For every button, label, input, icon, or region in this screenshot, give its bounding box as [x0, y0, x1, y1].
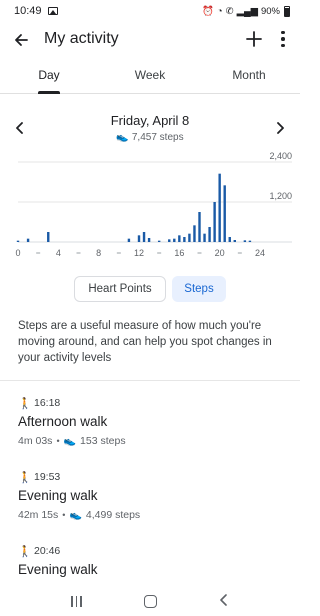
x-tick-label: 8 — [96, 248, 101, 258]
tab-month[interactable]: Month — [219, 68, 279, 82]
session-item[interactable]: 🚶 19:53 Evening walk 42m 15s • 👟 4,499 s… — [18, 470, 288, 521]
chart-bar — [233, 240, 236, 242]
signal-icon: ▂▄▆ — [236, 5, 258, 17]
selected-date: Friday, April 8 — [110, 113, 190, 128]
chart-bar — [168, 239, 171, 242]
steps-description: Steps are a useful measure of how much y… — [18, 320, 272, 364]
x-tick-label: 20 — [215, 248, 225, 258]
chart-bar — [218, 173, 221, 242]
chart-bar — [198, 212, 201, 242]
chart-bar — [137, 235, 141, 242]
chart-bar — [243, 240, 247, 242]
more-options-icon[interactable] — [275, 28, 291, 50]
alarm-icon: ⏰ — [202, 5, 214, 17]
x-tick-label: 24 — [255, 248, 265, 258]
chart-bar — [142, 232, 146, 242]
chart-bar — [228, 237, 231, 242]
walking-icon: 🚶 — [18, 545, 32, 558]
session-time: 16:18 — [34, 397, 61, 409]
daily-steps-value: 7,457 steps — [131, 132, 184, 143]
back-arrow-icon[interactable] — [10, 29, 32, 51]
x-tick-label: 0 — [15, 248, 20, 258]
chart-bar — [208, 227, 211, 242]
tab-day[interactable]: Day — [19, 68, 79, 82]
status-bar: 10:49 ⏰ ◔ ✆ ▂▄▆ 90% — [0, 0, 300, 22]
session-time-row: 🚶 19:53 — [18, 470, 288, 484]
date-navigator: Friday, April 8 👟 7,457 steps — [0, 110, 300, 150]
x-tick-label: 4 — [56, 248, 61, 258]
walking-icon: 🚶 — [18, 397, 32, 410]
chart-bar — [16, 240, 20, 242]
session-time-row: 🚶 16:18 — [18, 396, 288, 410]
chart-bar — [248, 240, 252, 242]
session-item[interactable]: 🚶 16:18 Afternoon walk 4m 03s • 👟 153 st… — [18, 396, 288, 447]
session-time: 20:46 — [34, 545, 61, 557]
recent-apps-icon[interactable] — [71, 595, 82, 607]
chart-bar — [157, 240, 161, 242]
heart-points-chip[interactable]: Heart Points — [74, 276, 166, 302]
x-tick-label: 16 — [174, 248, 184, 258]
system-nav-bar — [0, 586, 300, 616]
chart-bar — [178, 235, 181, 242]
daily-steps-summary: 👟 7,457 steps — [0, 132, 300, 143]
shoe-steps-icon: 👟 — [116, 132, 129, 143]
divider — [0, 380, 300, 381]
status-left: 10:49 — [14, 5, 58, 17]
tab-week[interactable]: Week — [120, 68, 180, 82]
session-time-row: 🚶 20:46 — [18, 544, 288, 558]
chart-bar — [193, 225, 196, 242]
session-meta: 4m 03s • 👟 153 steps — [18, 435, 288, 447]
session-item[interactable]: 🚶 20:46 Evening walk — [18, 544, 288, 580]
session-title: Evening walk — [18, 488, 98, 503]
session-duration: 42m 15s — [18, 509, 59, 521]
status-time: 10:49 — [14, 5, 42, 17]
status-right: ⏰ ◔ ✆ ▂▄▆ 90% — [202, 5, 290, 17]
active-tab-indicator — [38, 91, 60, 94]
chart-bar — [188, 233, 191, 242]
session-steps: 4,499 steps — [85, 509, 141, 521]
walking-icon: 🚶 — [18, 471, 32, 484]
x-tick-label: 12 — [134, 248, 144, 258]
y-tick-label: 1,200 — [269, 191, 292, 201]
chart-bar — [47, 232, 50, 242]
metric-toggle: Heart Points Steps — [0, 276, 300, 302]
chart-bar — [26, 238, 30, 242]
shoe-steps-icon: 👟 — [69, 509, 82, 521]
home-icon[interactable] — [143, 594, 157, 608]
wifi-icon: ◔ — [216, 5, 223, 17]
y-tick-label: 2,400 — [269, 151, 292, 161]
session-title: Evening walk — [18, 562, 98, 577]
chart-bar — [147, 238, 151, 242]
battery-percent: 90% — [260, 5, 280, 17]
chart-bar — [173, 238, 176, 242]
wifi-calling-icon: ✆ — [225, 5, 234, 17]
session-time: 19:53 — [34, 471, 61, 483]
chart-bar — [213, 202, 216, 242]
chart-bar — [183, 237, 186, 242]
session-duration: 4m 03s — [18, 435, 53, 447]
session-title: Afternoon walk — [18, 414, 108, 429]
add-activity-button[interactable] — [243, 26, 265, 52]
steps-chip[interactable]: Steps — [172, 276, 226, 302]
chart-bar — [127, 238, 131, 242]
gallery-notification-icon — [47, 7, 58, 15]
system-back-icon[interactable] — [219, 593, 229, 609]
separator-dot: • — [62, 510, 66, 520]
chart-bar — [203, 233, 206, 242]
steps-chart-svg: 1,200 2,400 0 4 8 12 16 20 24 — [15, 151, 292, 258]
steps-chart[interactable]: 1,200 2,400 0 4 8 12 16 20 24 — [0, 150, 300, 265]
app-bar: My activity — [0, 22, 300, 58]
page-title: My activity — [44, 30, 119, 47]
session-meta: 42m 15s • 👟 4,499 steps — [18, 509, 288, 521]
separator-dot: • — [56, 436, 60, 446]
shoe-steps-icon: 👟 — [63, 435, 77, 447]
battery-icon — [284, 5, 290, 17]
period-tabs: Day Week Month — [0, 62, 300, 94]
chart-bar — [223, 185, 226, 242]
next-day-chevron-icon[interactable] — [270, 118, 290, 138]
session-steps: 153 steps — [80, 435, 126, 447]
